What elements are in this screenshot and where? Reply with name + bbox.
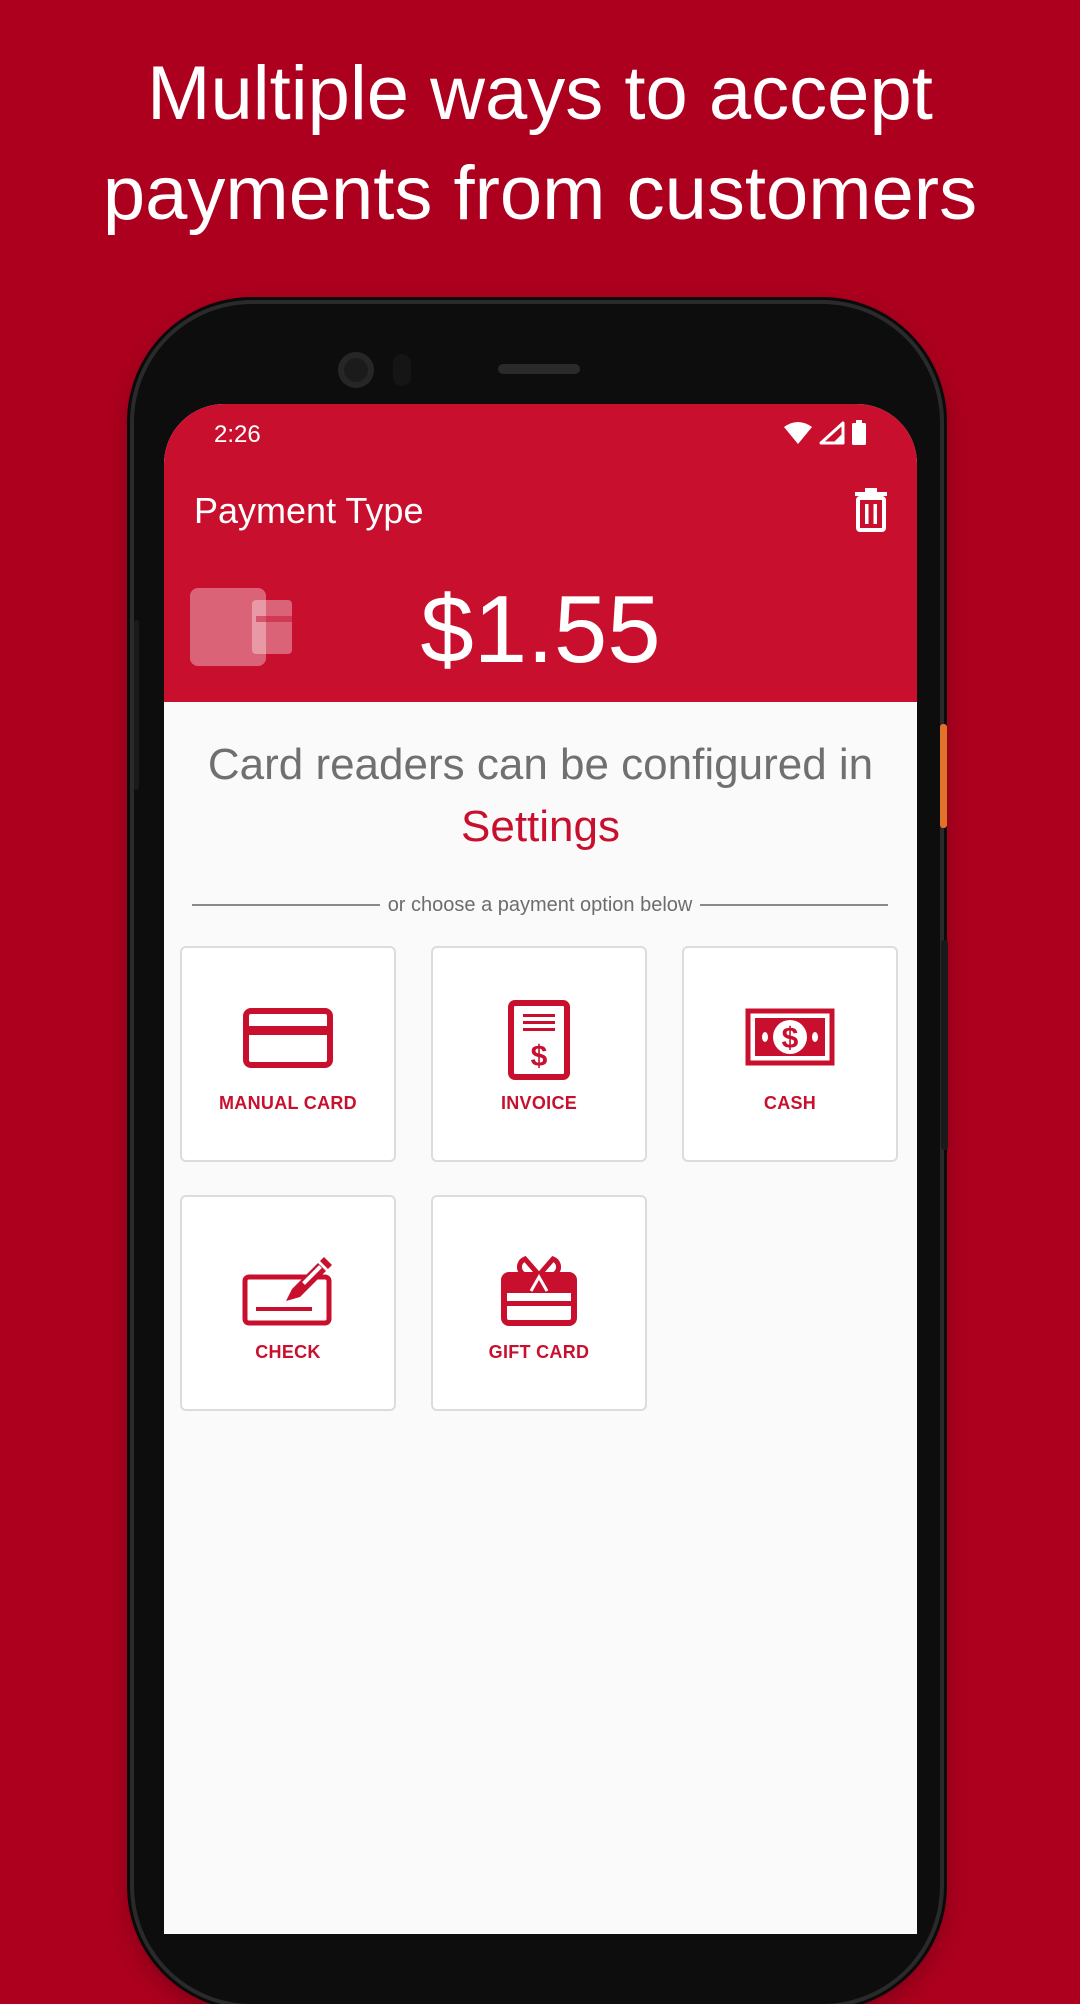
- battery-icon: [852, 420, 866, 445]
- gift-card-button[interactable]: GIFT CARD: [431, 1195, 647, 1411]
- cash-button[interactable]: $ CASH: [682, 946, 898, 1162]
- card-reader-note: Card readers can be configured in Settin…: [164, 734, 917, 858]
- phone-left-edge: [134, 620, 139, 790]
- svg-text:$: $: [531, 1040, 548, 1073]
- promo-headline-line-1: Multiple ways to accept: [147, 51, 933, 136]
- phone-side-button-orange: [940, 724, 947, 828]
- check-icon: [242, 1257, 332, 1326]
- wifi-icon: [784, 422, 812, 444]
- cash-icon: $: [745, 1008, 835, 1066]
- gift-card-label: GIFT CARD: [488, 1342, 590, 1362]
- manual-card-button[interactable]: MANUAL CARD: [180, 946, 396, 1162]
- cellular-signal-icon: [819, 421, 845, 445]
- divider-rule-right: [700, 904, 889, 906]
- divider-rule-left: [192, 904, 380, 906]
- status-icons: [783, 420, 867, 446]
- earpiece-speaker: [498, 364, 580, 374]
- check-button[interactable]: CHECK: [180, 1195, 396, 1411]
- credit-card-icon: [243, 1008, 333, 1068]
- trash-icon[interactable]: [851, 488, 891, 532]
- svg-text:$: $: [782, 1022, 799, 1055]
- card-reader-note-text: Card readers can be configured in: [207, 740, 874, 789]
- app-bar: 2:26 Payment Type $1.55: [164, 404, 917, 702]
- phone-screen: 2:26 Payment Type $1.55 Card readers can…: [164, 404, 917, 1934]
- invoice-label: INVOICE: [500, 1093, 578, 1113]
- front-camera-icon: [338, 352, 374, 388]
- sensor-icon: [393, 354, 411, 386]
- invoice-button[interactable]: $ INVOICE: [431, 946, 647, 1162]
- status-time: 2:26: [214, 421, 261, 448]
- promo-headline-line-2: payments from customers: [102, 151, 978, 236]
- invoice-icon: $: [508, 1000, 570, 1080]
- manual-card-label: MANUAL CARD: [219, 1093, 357, 1113]
- page-title: Payment Type: [194, 490, 424, 531]
- check-label: CHECK: [255, 1342, 321, 1362]
- divider-text: or choose a payment option below: [387, 893, 693, 916]
- phone-side-button: [941, 940, 948, 1150]
- cash-label: CASH: [763, 1093, 817, 1113]
- options-divider: or choose a payment option below: [192, 890, 889, 920]
- payment-amount: $1.55: [420, 576, 661, 683]
- gift-card-icon: [501, 1256, 577, 1326]
- settings-link[interactable]: Settings: [164, 796, 917, 858]
- promo-headline: Multiple ways to accept payments from cu…: [0, 44, 1080, 244]
